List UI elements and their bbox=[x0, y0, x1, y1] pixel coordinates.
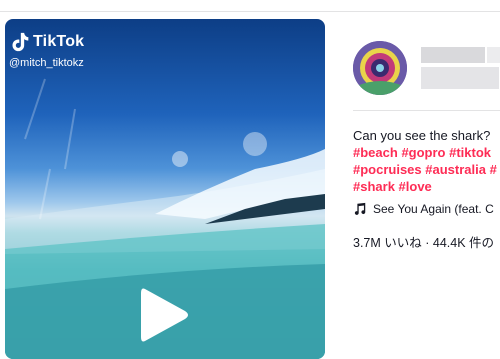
nickname-blurred bbox=[421, 67, 499, 89]
panel-divider bbox=[353, 110, 500, 111]
video-description: Can you see the shark? #beach #gopro #ti… bbox=[353, 127, 500, 195]
music-link[interactable]: See You Again (feat. C bbox=[353, 202, 494, 216]
hashtag-line-2: #pocruises #australia # bbox=[353, 161, 500, 178]
hashtag-line-1: #beach #gopro #tiktok bbox=[353, 144, 500, 161]
hashtag-link[interactable]: #pocruises bbox=[353, 162, 422, 177]
video-info-panel: Can you see the shark? #beach #gopro #ti… bbox=[326, 19, 500, 344]
tiktok-note-icon bbox=[12, 32, 29, 52]
video-player[interactable]: TikTok @mitch_tiktokz bbox=[5, 19, 325, 359]
tiktok-logo: TikTok bbox=[10, 31, 84, 53]
hashtag-link[interactable]: #gopro bbox=[401, 145, 445, 160]
tiktok-brand-text: TikTok bbox=[33, 33, 85, 50]
top-divider bbox=[0, 11, 500, 12]
username-blurred bbox=[421, 47, 485, 63]
avatar[interactable] bbox=[353, 41, 407, 95]
hashtag-line-3: #shark #love bbox=[353, 178, 500, 195]
video-stats: 3.7M いいね · 44.4K 件の bbox=[353, 236, 495, 250]
caption: Can you see the shark? bbox=[353, 128, 491, 143]
hashtag-link[interactable]: #shark bbox=[353, 179, 395, 194]
hashtag-link[interactable]: #beach bbox=[353, 145, 398, 160]
username-blurred-tail bbox=[487, 47, 500, 63]
music-title: See You Again (feat. C bbox=[373, 202, 494, 216]
avatar-image bbox=[353, 41, 407, 95]
hashtag-link[interactable]: #love bbox=[399, 179, 432, 194]
play-icon[interactable] bbox=[135, 285, 191, 345]
video-handle: @mitch_tiktokz bbox=[9, 57, 84, 69]
hashtag-link[interactable]: #australia bbox=[425, 162, 486, 177]
music-note-icon bbox=[354, 202, 366, 215]
hashtag-link[interactable]: # bbox=[490, 162, 497, 177]
hashtag-link[interactable]: #tiktok bbox=[449, 145, 491, 160]
